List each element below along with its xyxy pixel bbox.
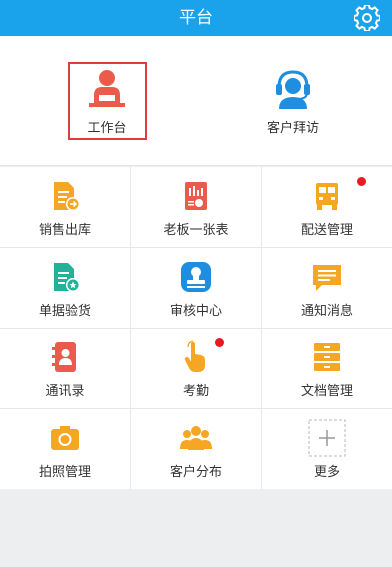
report-chart-icon bbox=[185, 182, 207, 210]
photo-label: 拍照管理 bbox=[38, 465, 91, 480]
sales-out-doc-icon bbox=[54, 182, 80, 211]
grid-item-photo[interactable]: 拍照管理 bbox=[0, 409, 130, 489]
file-cabinet-icon bbox=[314, 343, 340, 371]
customer-map-label: 客户分布 bbox=[169, 465, 222, 480]
grid-item-sales-out[interactable]: 销售出库 bbox=[0, 167, 130, 247]
group-users-icon bbox=[180, 426, 212, 450]
grid-item-boss-sheet[interactable]: 老板一张表 bbox=[131, 167, 261, 247]
notification-badge bbox=[357, 177, 366, 186]
attendance-label: 考勤 bbox=[182, 384, 209, 399]
camera-icon bbox=[51, 426, 79, 450]
grid-item-delivery[interactable]: 配送管理 bbox=[262, 167, 392, 247]
receipt-check-icon bbox=[54, 263, 80, 292]
top-bar: 平台 bbox=[0, 0, 392, 36]
notification-badge bbox=[215, 338, 224, 347]
grid-item-more[interactable]: 更多 bbox=[262, 409, 392, 489]
selection-highlight bbox=[68, 62, 147, 140]
sales-out-label: 销售出库 bbox=[38, 223, 91, 238]
customer-visit-label: 客户拜访 bbox=[266, 121, 319, 136]
message-icon bbox=[313, 265, 341, 291]
delivery-label: 配送管理 bbox=[300, 223, 353, 238]
function-grid: 销售出库 老板一张表 配送管理 单据验货 审核中心 通知消息 通讯录 考勤 文档… bbox=[0, 167, 392, 489]
receipt-check-label: 单据验货 bbox=[38, 304, 91, 319]
grid-item-contacts[interactable]: 通讯录 bbox=[0, 328, 130, 408]
headset-icon bbox=[276, 70, 310, 109]
contacts-label: 通讯录 bbox=[45, 384, 85, 399]
customer-visit-button[interactable]: 客户拜访 bbox=[253, 61, 333, 141]
grid-item-customer-map[interactable]: 客户分布 bbox=[131, 409, 261, 489]
grid-item-documents[interactable]: 文档管理 bbox=[262, 328, 392, 408]
more-label: 更多 bbox=[313, 465, 340, 480]
notices-label: 通知消息 bbox=[300, 304, 353, 319]
primary-actions: 工作台 客户拜访 bbox=[0, 36, 392, 166]
stamp-icon bbox=[181, 262, 211, 292]
address-book-icon bbox=[52, 342, 76, 372]
plus-icon bbox=[308, 419, 346, 457]
grid-item-audit-center[interactable]: 审核中心 bbox=[131, 248, 261, 328]
page-title: 平台 bbox=[179, 8, 213, 28]
grid-item-notices[interactable]: 通知消息 bbox=[262, 248, 392, 328]
documents-label: 文档管理 bbox=[300, 384, 353, 399]
truck-icon bbox=[316, 183, 338, 210]
grid-item-attendance[interactable]: 考勤 bbox=[131, 328, 261, 408]
boss-sheet-label: 老板一张表 bbox=[163, 223, 229, 238]
gear-icon[interactable] bbox=[354, 5, 380, 31]
tap-finger-icon bbox=[184, 340, 205, 372]
audit-center-label: 审核中心 bbox=[169, 304, 222, 319]
grid-item-receipt-check[interactable]: 单据验货 bbox=[0, 248, 130, 328]
